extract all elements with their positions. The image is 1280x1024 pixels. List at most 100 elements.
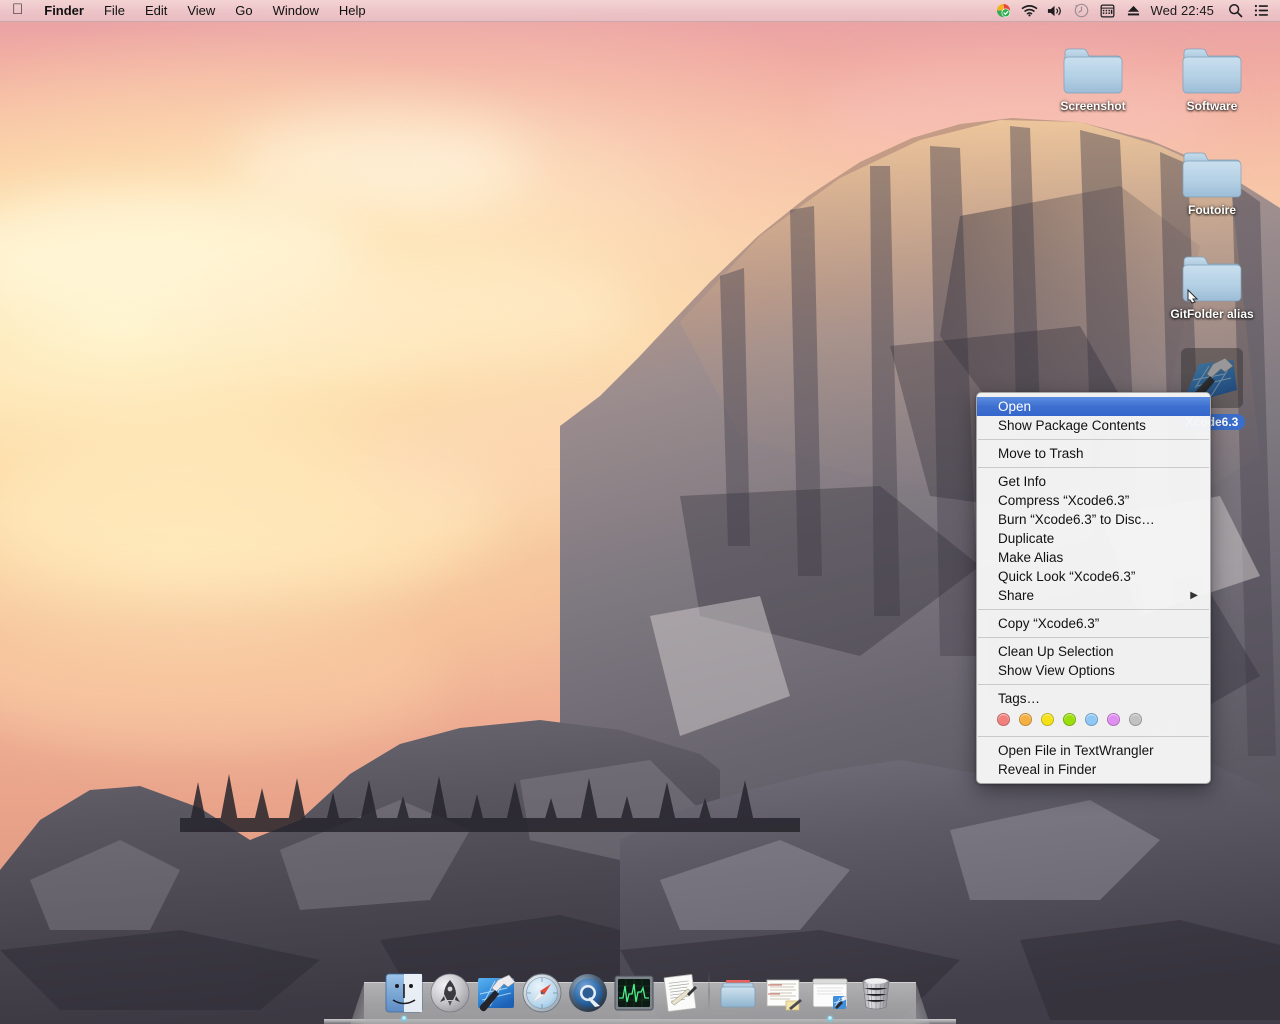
activity-monitor-icon (613, 972, 655, 1014)
safari-icon (521, 972, 563, 1014)
dock-item-activity-monitor[interactable] (612, 968, 656, 1014)
dock-item-document-window[interactable] (808, 968, 852, 1021)
menu-item-burn-to-disc[interactable]: Burn “Xcode6.3” to Disc… (977, 510, 1210, 529)
menu-separator (978, 684, 1209, 685)
menubar-item-window[interactable]: Window (263, 0, 329, 22)
textedit-icon (659, 972, 701, 1014)
desktop-icon-label: Screenshot (1060, 99, 1126, 113)
wifi-icon[interactable] (1016, 0, 1042, 22)
menu-item-label: Quick Look “Xcode6.3” (998, 569, 1136, 584)
menubar-clock[interactable]: Wed 22:45 (1146, 3, 1222, 18)
menu-item-make-alias[interactable]: Make Alias (977, 548, 1210, 567)
menu-item-clean-up-selection[interactable]: Clean Up Selection (977, 642, 1210, 661)
menu-item-label: Share (998, 588, 1035, 603)
menu-item-compress[interactable]: Compress “Xcode6.3” (977, 491, 1210, 510)
cloud-decor (230, 120, 530, 210)
menu-item-label: Show Package Contents (998, 418, 1146, 433)
spotlight-search-icon[interactable] (1222, 0, 1248, 22)
menu-item-label: Show View Options (998, 663, 1115, 678)
quicktime-icon (567, 972, 609, 1014)
dock[interactable] (324, 962, 956, 1024)
menu-separator (978, 439, 1209, 440)
desktop-icon-label: Software (1186, 99, 1238, 113)
tag-dot-green[interactable] (1063, 713, 1076, 726)
menu-item-label: Clean Up Selection (998, 644, 1114, 659)
finder-icon (383, 972, 425, 1014)
downloads-folder-icon (717, 972, 759, 1014)
desktop-icon-foutoire[interactable]: Foutoire (1160, 138, 1264, 217)
time-machine-icon[interactable] (1068, 0, 1094, 22)
menu-item-show-package-contents[interactable]: Show Package Contents (977, 416, 1210, 435)
tag-dot-gray[interactable] (1129, 713, 1142, 726)
dock-item-downloads[interactable] (716, 968, 760, 1014)
dock-item-quicktime[interactable] (566, 968, 610, 1014)
context-menu[interactable]: Open Show Package Contents Move to Trash… (976, 392, 1211, 784)
apple-logo-icon[interactable]:  (0, 0, 34, 22)
folder-icon (1041, 34, 1145, 96)
dock-separator (708, 972, 710, 1012)
menu-bar[interactable]:  Finder File Edit View Go Window Help (0, 0, 1280, 22)
menu-item-open-in-textwrangler[interactable]: Open File in TextWrangler (977, 741, 1210, 760)
menu-item-show-view-options[interactable]: Show View Options (977, 661, 1210, 680)
dock-item-trash[interactable] (854, 968, 898, 1014)
xcode-icon (475, 972, 517, 1014)
menu-item-label: Open File in TextWrangler (998, 743, 1154, 758)
tag-dot-purple[interactable] (1107, 713, 1120, 726)
menubar-item-go[interactable]: Go (225, 0, 262, 22)
tag-color-row[interactable] (977, 708, 1210, 732)
dock-item-textedit[interactable] (658, 968, 702, 1014)
folder-icon (1160, 138, 1264, 200)
submenu-arrow-icon: ▶ (1190, 590, 1198, 601)
dock-item-document-stack[interactable] (762, 968, 806, 1014)
folder-icon (1160, 242, 1264, 304)
menubar-item-help[interactable]: Help (329, 0, 376, 22)
menu-item-tags[interactable]: Tags… (977, 689, 1210, 708)
menu-item-label: Open (998, 399, 1032, 414)
launchpad-icon (429, 972, 471, 1014)
input-source-icon[interactable] (1094, 0, 1120, 22)
desktop-icon-gitfolder-alias[interactable]: GitFolder alias (1160, 242, 1264, 321)
notification-center-icon[interactable] (1248, 0, 1274, 22)
menu-item-open[interactable]: Open (977, 397, 1210, 416)
google-drive-icon[interactable] (990, 0, 1016, 22)
menubar-item-view[interactable]: View (177, 0, 225, 22)
document-window-icon (809, 972, 851, 1014)
menu-item-label: Copy “Xcode6.3” (998, 616, 1100, 631)
menu-item-label: Duplicate (998, 531, 1055, 546)
desktop-icon-software[interactable]: Software (1160, 34, 1264, 113)
menu-item-reveal-in-finder[interactable]: Reveal in Finder (977, 760, 1210, 779)
desktop[interactable]: Screenshot Software Foutoire GitFolder a… (0, 0, 1280, 1024)
tag-dot-blue[interactable] (1085, 713, 1098, 726)
menu-item-label: Compress “Xcode6.3” (998, 493, 1130, 508)
dock-running-indicator (827, 1016, 833, 1021)
volume-icon[interactable] (1042, 0, 1068, 22)
dock-item-launchpad[interactable] (428, 968, 472, 1014)
menu-item-copy[interactable]: Copy “Xcode6.3” (977, 614, 1210, 633)
menu-item-move-to-trash[interactable]: Move to Trash (977, 444, 1210, 463)
menu-item-quick-look[interactable]: Quick Look “Xcode6.3” (977, 567, 1210, 586)
trash-icon (855, 972, 897, 1014)
menu-item-label: Move to Trash (998, 446, 1084, 461)
menu-item-label: Reveal in Finder (998, 762, 1097, 777)
menu-item-share[interactable]: Share ▶ (977, 586, 1210, 605)
dock-item-xcode[interactable] (474, 968, 518, 1014)
menubar-item-file[interactable]: File (94, 0, 135, 22)
folder-icon (1160, 34, 1264, 96)
eject-icon[interactable] (1120, 0, 1146, 22)
desktop-icon-label: GitFolder alias (1170, 307, 1254, 321)
tag-dot-red[interactable] (997, 713, 1010, 726)
dock-running-indicator (401, 1016, 407, 1021)
menu-separator (978, 736, 1209, 737)
menu-item-label: Make Alias (998, 550, 1064, 565)
dock-item-safari[interactable] (520, 968, 564, 1014)
dock-item-finder[interactable] (382, 968, 426, 1021)
tag-dot-orange[interactable] (1019, 713, 1032, 726)
desktop-icon-label: Foutoire (1188, 203, 1236, 217)
tag-dot-yellow[interactable] (1041, 713, 1054, 726)
menu-item-get-info[interactable]: Get Info (977, 472, 1210, 491)
menu-item-duplicate[interactable]: Duplicate (977, 529, 1210, 548)
menubar-item-edit[interactable]: Edit (135, 0, 177, 22)
desktop-icon-screenshot[interactable]: Screenshot (1041, 34, 1145, 113)
menubar-item-finder[interactable]: Finder (34, 0, 94, 22)
menu-separator (978, 609, 1209, 610)
